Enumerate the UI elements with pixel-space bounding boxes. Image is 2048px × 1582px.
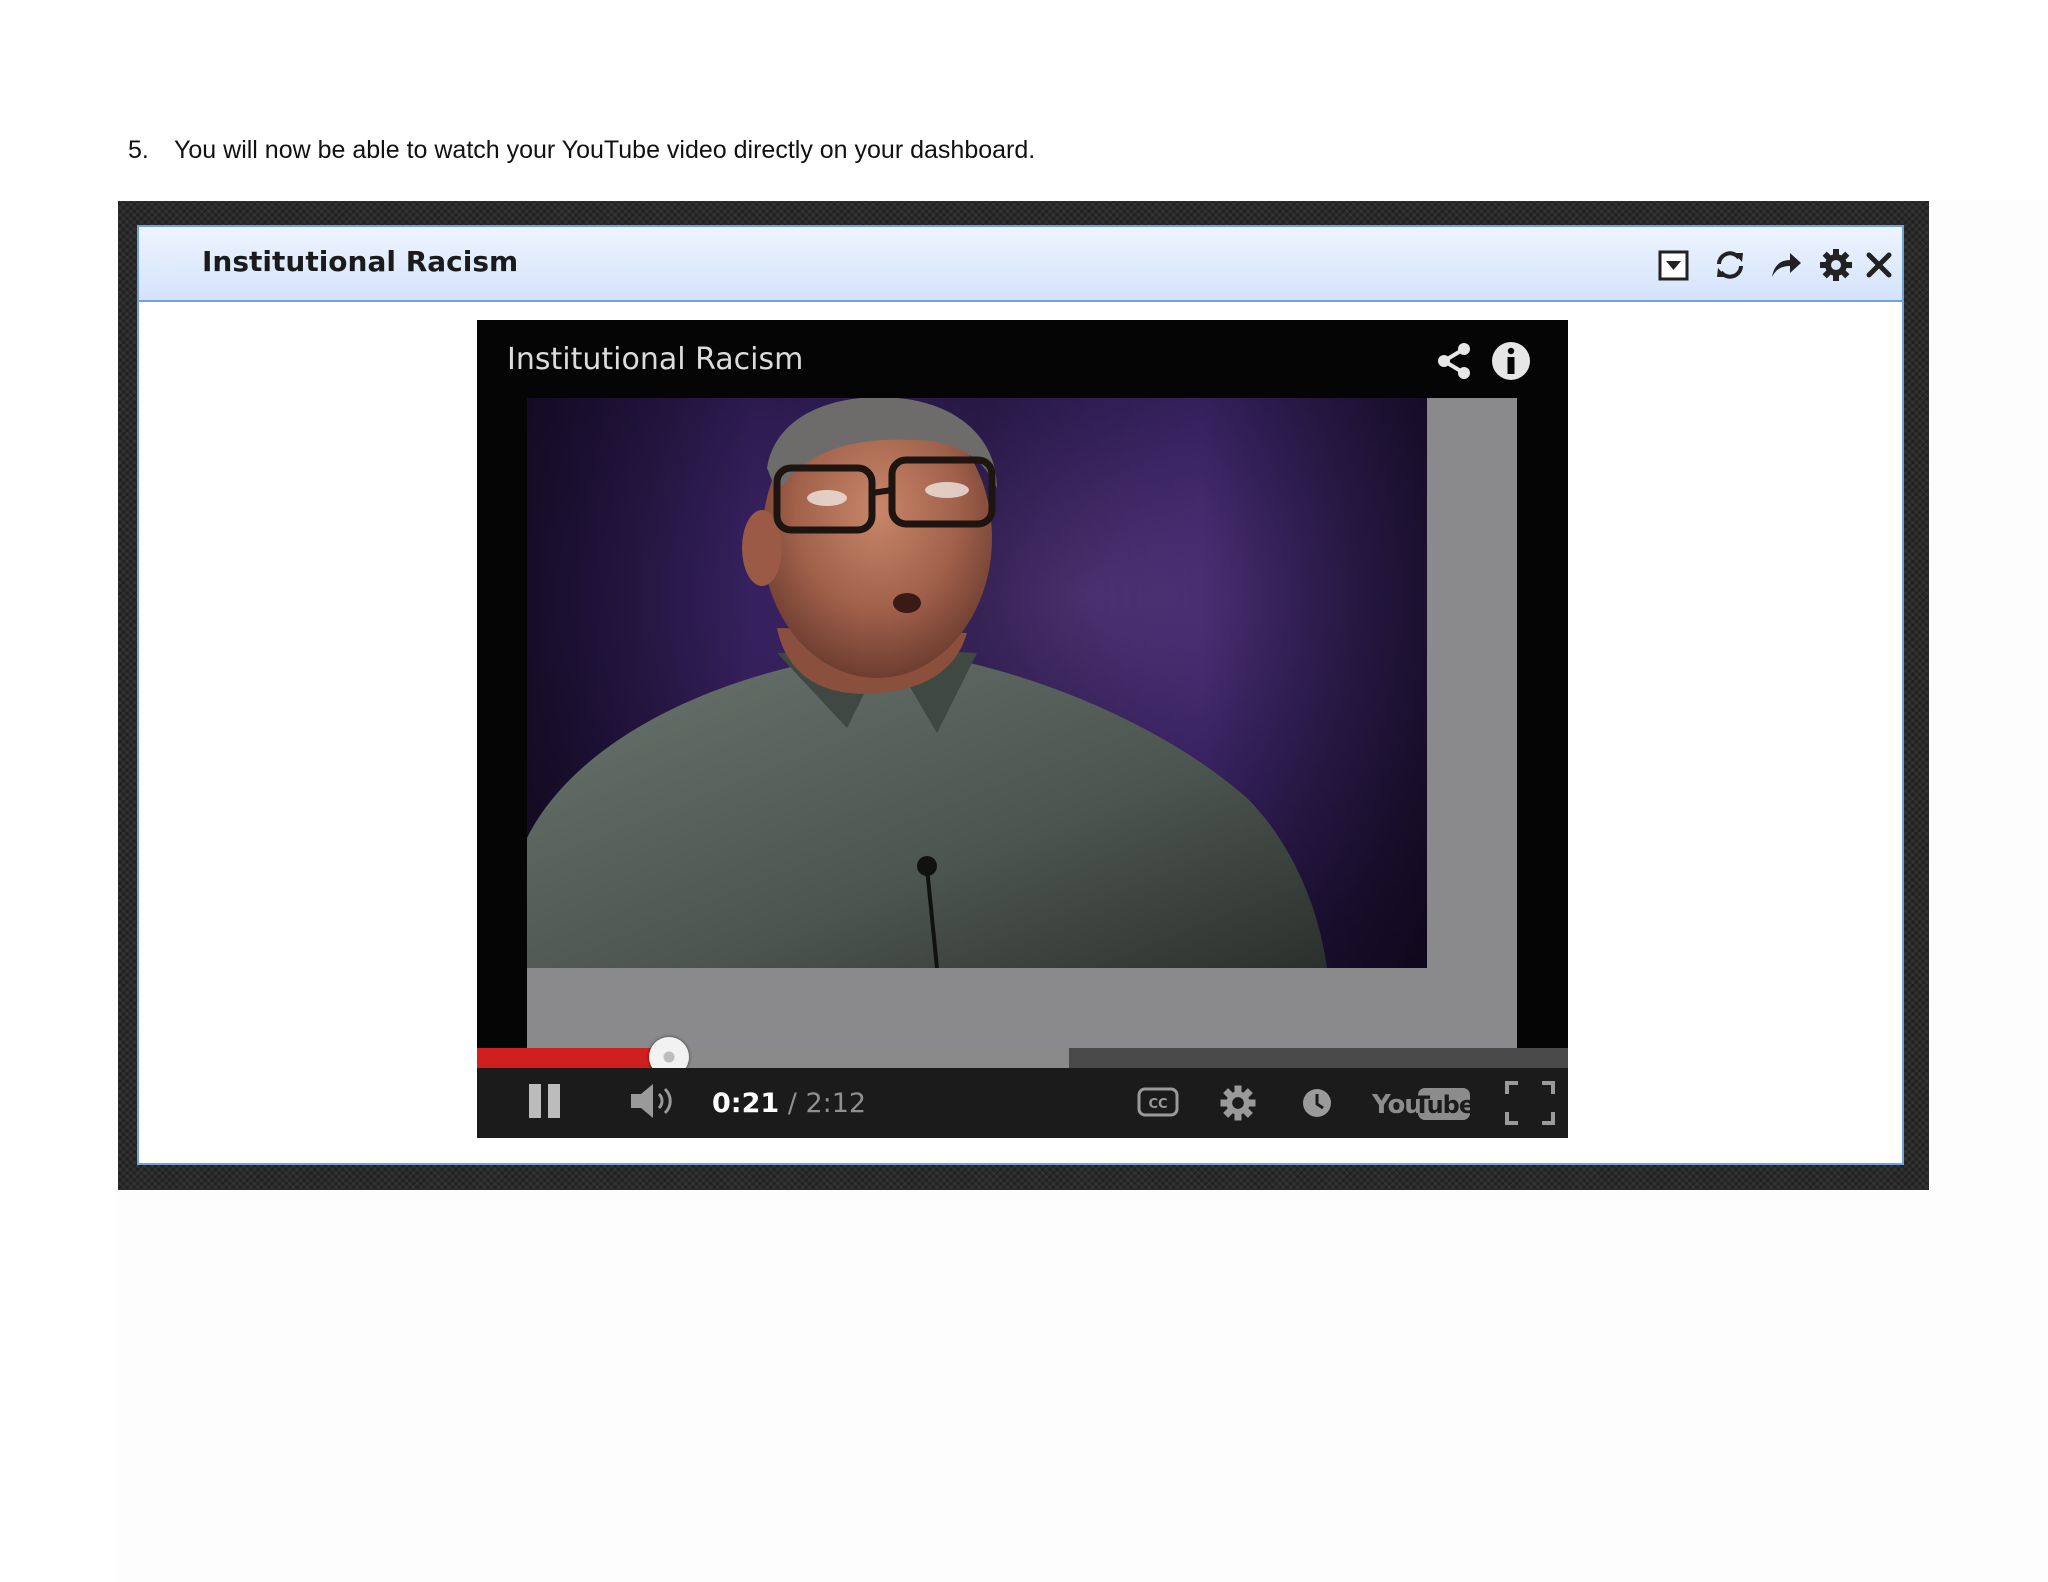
info-icon[interactable] [1490, 340, 1532, 382]
watch-later-icon[interactable] [1300, 1086, 1334, 1120]
instruction-step: 5. You will now be able to watch your You… [128, 136, 1035, 165]
svg-text:CC: CC [1148, 1097, 1167, 1112]
page: 5. You will now be able to watch your You… [0, 0, 2048, 1582]
youtube-player[interactable]: Institutional Racism 0:21 / 2:12 CC You … [477, 320, 1568, 1138]
share-arrow-icon[interactable] [1768, 247, 1804, 283]
progress-played [477, 1048, 670, 1068]
widget-title: Institutional Racism [202, 245, 519, 278]
step-text: You will now be able to watch your YouTu… [174, 136, 1036, 164]
step-number: 5. [128, 136, 149, 164]
settings-icon[interactable] [1217, 1082, 1259, 1124]
youtube-logo[interactable]: You Tube [1370, 1082, 1472, 1124]
time-total: / 2:12 [787, 1088, 867, 1119]
dropdown-icon[interactable] [1656, 247, 1692, 283]
pause-icon[interactable] [527, 1080, 563, 1122]
player-controls: 0:21 / 2:12 CC You Tube [477, 1068, 1568, 1138]
close-icon[interactable] [1861, 247, 1897, 283]
svg-text:Tube: Tube [1414, 1091, 1472, 1119]
gear-icon[interactable] [1818, 247, 1854, 283]
video-title[interactable]: Institutional Racism [507, 342, 803, 377]
time-current: 0:21 [712, 1088, 780, 1119]
captions-icon[interactable]: CC [1137, 1086, 1179, 1118]
collapse-toggle[interactable] [157, 256, 173, 268]
share-icon[interactable] [1434, 340, 1476, 382]
volume-icon[interactable] [629, 1080, 681, 1122]
widget-header: Institutional Racism [139, 227, 1902, 302]
time-display: 0:21 / 2:12 [712, 1088, 866, 1119]
progress-bar[interactable] [477, 1037, 1568, 1077]
refresh-icon[interactable] [1712, 247, 1748, 283]
video-frame[interactable] [527, 398, 1517, 1070]
video-thumbnail [527, 398, 1427, 968]
fullscreen-icon[interactable] [1504, 1080, 1556, 1126]
